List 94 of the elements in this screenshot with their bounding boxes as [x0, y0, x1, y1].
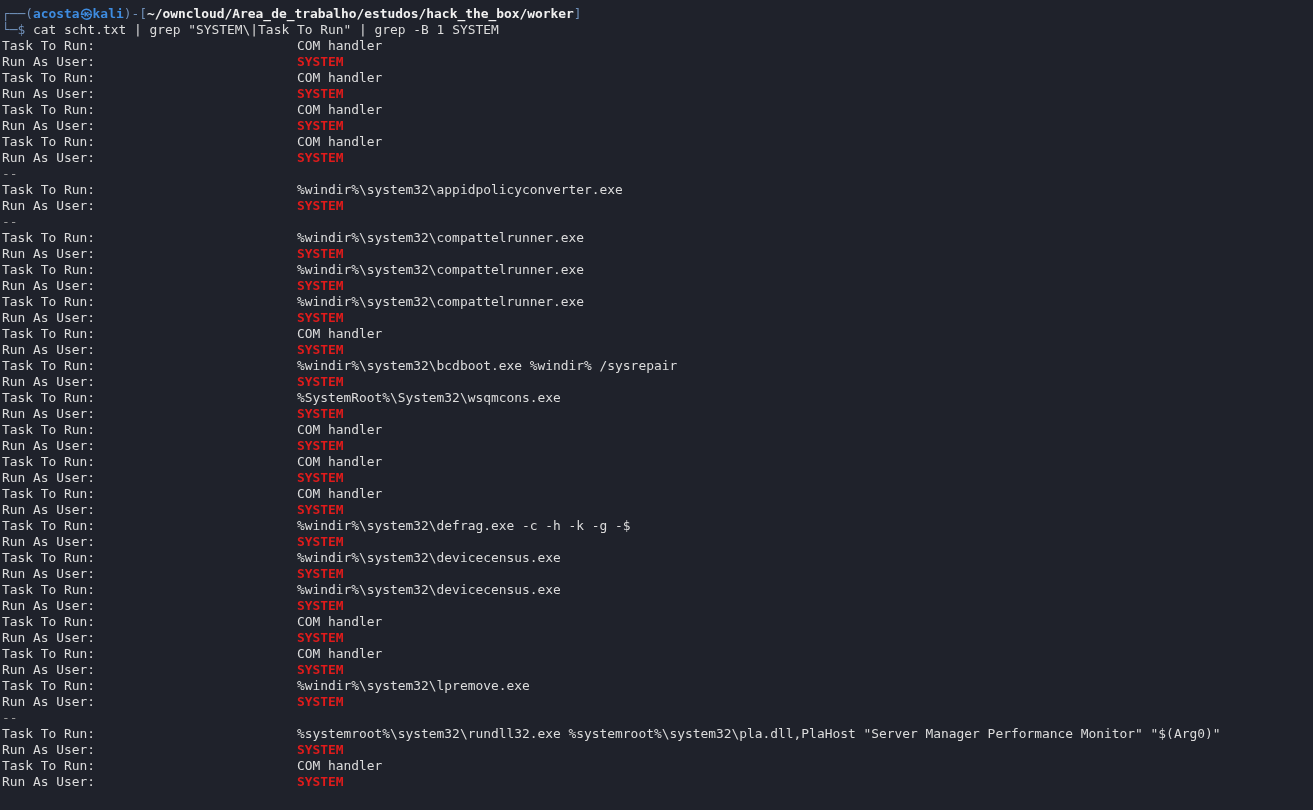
command-text: cat scht.txt | grep "SYSTEM\|Task To Run" | grep -B 1 SYSTEM: [33, 22, 499, 38]
field-value: COM handler: [296, 646, 383, 662]
field-label: Run As User:: [2, 374, 97, 390]
field-value: SYSTEM: [296, 630, 344, 646]
field-label: Task To Run:: [2, 582, 97, 598]
field-label: Task To Run:: [2, 758, 97, 774]
field-value: %windir%\system32\devicecensus.exe: [296, 582, 561, 598]
field-label: Run As User:: [2, 470, 97, 486]
field-label: Run As User:: [2, 246, 97, 262]
field-value: SYSTEM: [296, 694, 344, 710]
field-value: SYSTEM: [296, 198, 344, 214]
field-value: COM handler: [296, 758, 383, 774]
field-label: Task To Run:: [2, 358, 97, 374]
field-label: Task To Run:: [2, 102, 97, 118]
field-label: Task To Run:: [2, 614, 97, 630]
field-value: SYSTEM: [296, 374, 344, 390]
field-value: SYSTEM: [296, 278, 344, 294]
field-label: Task To Run:: [2, 38, 97, 54]
field-value: SYSTEM: [296, 662, 344, 678]
separator-text: --: [2, 214, 18, 230]
field-value: COM handler: [296, 454, 383, 470]
field-value: SYSTEM: [296, 742, 344, 758]
field-label: Run As User:: [2, 198, 97, 214]
field-label: Task To Run:: [2, 326, 97, 342]
field-value: SYSTEM: [296, 118, 344, 134]
field-label: Run As User:: [2, 438, 97, 454]
field-value: SYSTEM: [296, 598, 344, 614]
field-value: SYSTEM: [296, 470, 344, 486]
field-label: Run As User:: [2, 742, 97, 758]
field-value: %windir%\system32\devicecensus.exe: [296, 550, 561, 566]
prompt-line: ┌──(acosta㉿kali)-[~/owncloud/Area_de_trabalho/estudos/hack_the_box/worker]: [2, 6, 582, 22]
field-label: Run As User:: [2, 662, 97, 678]
field-label: Run As User:: [2, 150, 97, 166]
field-value: %windir%\system32\appidpolicyconverter.exe: [296, 182, 623, 198]
field-label: Run As User:: [2, 118, 97, 134]
field-label: Run As User:: [2, 598, 97, 614]
field-value: SYSTEM: [296, 406, 344, 422]
field-value: SYSTEM: [296, 150, 344, 166]
field-label: Task To Run:: [2, 454, 97, 470]
field-label: Task To Run:: [2, 230, 97, 246]
field-label: Run As User:: [2, 278, 97, 294]
separator-text: --: [2, 166, 18, 182]
field-label: Task To Run:: [2, 262, 97, 278]
field-label: Run As User:: [2, 694, 97, 710]
field-value: %windir%\system32\bcdboot.exe %windir% /sysrepair: [296, 358, 678, 374]
field-label: Run As User:: [2, 342, 97, 358]
field-label: Task To Run:: [2, 646, 97, 662]
field-value: %windir%\system32\compattelrunner.exe: [296, 262, 585, 278]
field-label: Task To Run:: [2, 294, 97, 310]
field-value: %windir%\system32\compattelrunner.exe: [296, 230, 585, 246]
field-label: Task To Run:: [2, 518, 97, 534]
field-value: COM handler: [296, 70, 383, 86]
field-label: Run As User:: [2, 774, 97, 790]
field-label: Task To Run:: [2, 134, 97, 150]
field-value: SYSTEM: [296, 246, 344, 262]
field-value: SYSTEM: [296, 310, 344, 326]
field-label: Run As User:: [2, 54, 97, 70]
field-label: Run As User:: [2, 406, 97, 422]
field-value: COM handler: [296, 486, 383, 502]
field-label: Task To Run:: [2, 422, 97, 438]
field-value: COM handler: [296, 102, 383, 118]
prompt-symbol: └─$: [2, 22, 26, 38]
field-label: Task To Run:: [2, 486, 97, 502]
field-value: SYSTEM: [296, 342, 344, 358]
field-label: Task To Run:: [2, 550, 97, 566]
field-label: Run As User:: [2, 566, 97, 582]
field-label: Run As User:: [2, 534, 97, 550]
field-value: COM handler: [296, 38, 383, 54]
field-value: COM handler: [296, 614, 383, 630]
field-value: %windir%\system32\defrag.exe -c -h -k -g -$: [296, 518, 631, 534]
field-value: %windir%\system32\lpremove.exe: [296, 678, 530, 694]
field-value: COM handler: [296, 422, 383, 438]
field-value: SYSTEM: [296, 566, 344, 582]
field-label: Task To Run:: [2, 678, 97, 694]
field-value: %SystemRoot%\System32\wsqmcons.exe: [296, 390, 561, 406]
field-label: Run As User:: [2, 86, 97, 102]
field-value: %systemroot%\system32\rundll32.exe %systemroot%\system32\pla.dll,PlaHost "Server Manager Performance Monitor" "$(Arg0)": [296, 726, 1221, 742]
field-label: Run As User:: [2, 310, 97, 326]
field-label: Task To Run:: [2, 390, 97, 406]
field-label: Task To Run:: [2, 182, 97, 198]
field-value: SYSTEM: [296, 534, 344, 550]
separator-text: --: [2, 710, 18, 726]
field-value: SYSTEM: [296, 86, 344, 102]
field-value: %windir%\system32\compattelrunner.exe: [296, 294, 585, 310]
field-value: SYSTEM: [296, 54, 344, 70]
field-label: Task To Run:: [2, 726, 97, 742]
field-label: Task To Run:: [2, 70, 97, 86]
field-label: Run As User:: [2, 630, 97, 646]
field-value: SYSTEM: [296, 774, 344, 790]
field-value: SYSTEM: [296, 502, 344, 518]
field-value: COM handler: [296, 326, 383, 342]
field-value: COM handler: [296, 134, 383, 150]
field-label: Run As User:: [2, 502, 97, 518]
field-value: SYSTEM: [296, 438, 344, 454]
